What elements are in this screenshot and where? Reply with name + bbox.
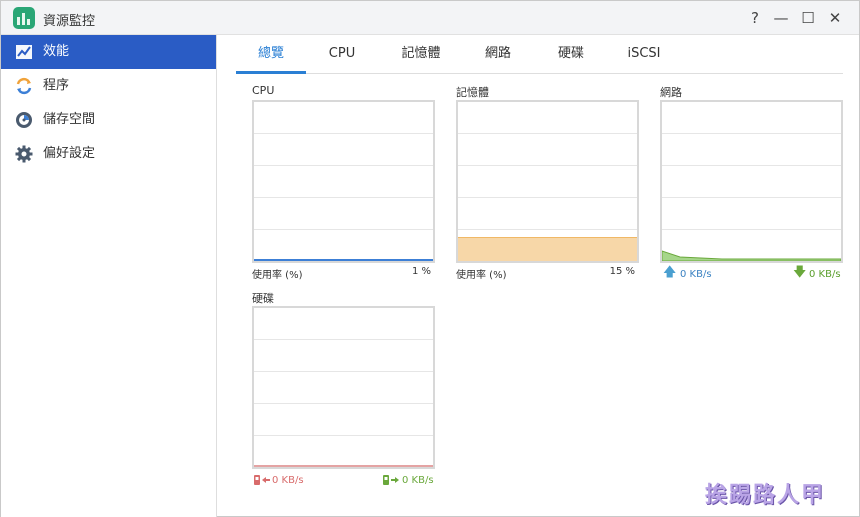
close-icon[interactable]: ✕ (825, 8, 845, 28)
sidebar-item-label: 程序 (43, 78, 70, 93)
chart-gridline (254, 435, 433, 436)
chart-gridline (662, 133, 841, 134)
watermark-text: 挨踢路人甲 (705, 482, 826, 508)
chart-gridline (458, 133, 637, 134)
sidebar-item-preferences[interactable]: 偏好設定 (1, 137, 216, 171)
minimize-icon[interactable]: — (771, 8, 791, 28)
tab-bar: 總覽 CPU 記憶體 網路 硬碟 iSCSI (236, 37, 843, 74)
performance-chart-icon (16, 45, 32, 59)
disk-read-rate: 0 KB/s (272, 475, 304, 486)
chart-gridline (458, 165, 637, 166)
chart-gridline (662, 229, 841, 230)
help-icon[interactable]: ? (745, 8, 765, 28)
cpu-usage-fill (254, 259, 433, 261)
chart-gridline (254, 371, 433, 372)
disk-panel-title: 硬碟 (252, 292, 274, 305)
disk-write-rate: 0 KB/s (402, 475, 434, 486)
cpu-panel-title: CPU (252, 84, 275, 97)
memory-usage-value: 15 % (609, 266, 635, 277)
memory-usage-label: 使用率 (%) (456, 270, 507, 281)
cpu-usage-chart (252, 100, 435, 263)
network-download-rate: 0 KB/s (809, 269, 841, 280)
chart-gridline (254, 133, 433, 134)
download-arrow-icon: 🡇 (793, 265, 807, 280)
sidebar-item-label: 效能 (43, 44, 70, 59)
tab-network[interactable]: 網路 (468, 37, 528, 73)
sidebar: 效能 程序 儲存空間 偏好設定 (1, 35, 217, 517)
resource-monitor-app-icon (13, 7, 35, 29)
sidebar-item-performance[interactable]: 效能 (1, 35, 216, 69)
network-traffic-chart (660, 100, 843, 263)
memory-panel-title: 記憶體 (456, 86, 489, 99)
tab-cpu[interactable]: CPU (312, 37, 372, 73)
disk-activity-line (254, 465, 433, 467)
chart-gridline (254, 197, 433, 198)
cpu-usage-label: 使用率 (%) (252, 270, 303, 281)
chart-gridline (458, 229, 637, 230)
sidebar-item-label: 儲存空間 (43, 112, 96, 127)
tab-disk[interactable]: 硬碟 (541, 37, 601, 73)
network-upload-rate: 0 KB/s (680, 269, 712, 280)
tab-iscsi[interactable]: iSCSI (614, 37, 674, 73)
title-bar[interactable]: 資源監控 ? — ☐ ✕ (1, 1, 859, 35)
memory-usage-fill (458, 237, 637, 261)
disk-activity-chart (252, 306, 435, 469)
chart-gridline (254, 339, 433, 340)
network-traffic-area (662, 250, 841, 261)
maximize-icon[interactable]: ☐ (798, 8, 818, 28)
tab-memory[interactable]: 記憶體 (386, 37, 456, 73)
process-sync-icon (16, 77, 32, 95)
disk-read-icon (254, 475, 270, 485)
storage-disk-icon (16, 112, 32, 128)
chart-gridline (254, 403, 433, 404)
memory-usage-chart (456, 100, 639, 263)
sidebar-item-storage[interactable]: 儲存空間 (1, 103, 216, 137)
cpu-usage-value: 1 % (411, 266, 431, 277)
chart-gridline (254, 165, 433, 166)
window-title: 資源監控 (43, 14, 96, 29)
chart-gridline (458, 197, 637, 198)
upload-arrow-icon: 🡅 (663, 265, 677, 280)
chart-gridline (254, 229, 433, 230)
sidebar-item-label: 偏好設定 (43, 146, 96, 161)
disk-write-icon (383, 475, 399, 485)
network-panel-title: 網路 (660, 86, 682, 99)
tab-overview[interactable]: 總覽 (236, 37, 306, 74)
chart-gridline (662, 165, 841, 166)
gear-icon (15, 145, 33, 163)
sidebar-item-process[interactable]: 程序 (1, 69, 216, 103)
chart-gridline (662, 197, 841, 198)
resource-monitor-window: 資源監控 ? — ☐ ✕ 效能 程序 儲存空間 偏好設定 總覽 CPU 記憶體 … (0, 0, 860, 517)
